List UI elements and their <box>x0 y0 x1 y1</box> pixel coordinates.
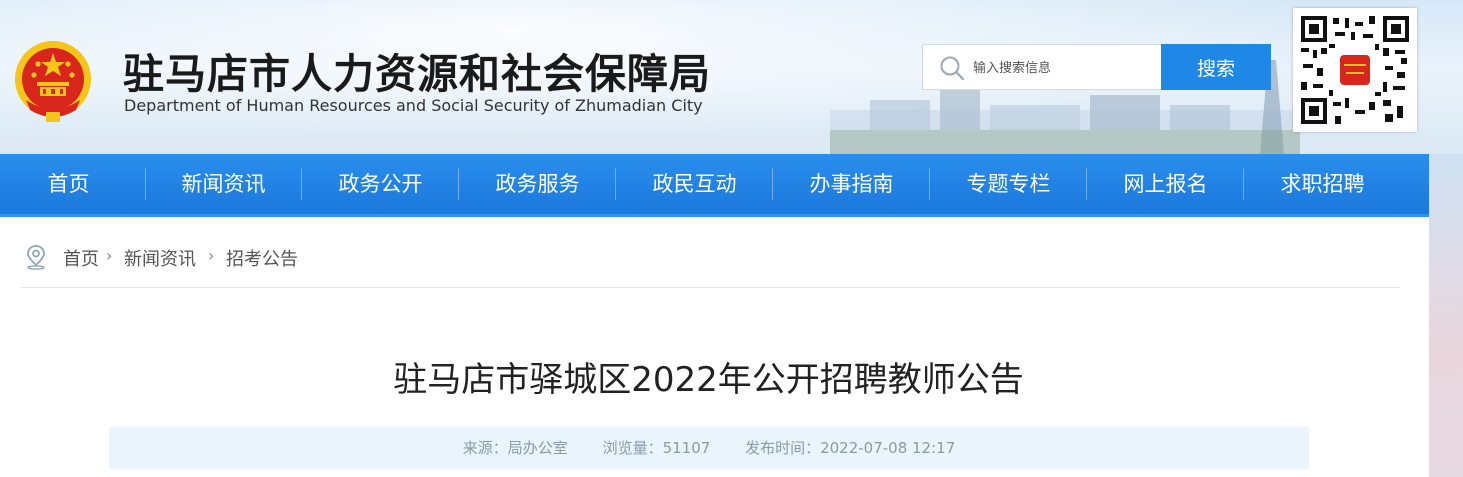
nav-item-online-registration[interactable]: 网上报名 <box>1087 154 1244 214</box>
search-box <box>922 44 1162 90</box>
site-title: 驻马店市人力资源和社会保障局 <box>123 50 711 98</box>
nav-item-guide[interactable]: 办事指南 <box>773 154 930 214</box>
content-panel: 首页 › 新闻资讯 › 招考公告 驻马店市驿城区2022年公开招聘教师公告 来源… <box>0 217 1429 477</box>
nav-item-news[interactable]: 新闻资讯 <box>145 154 302 214</box>
breadcrumb-separator: › <box>106 246 113 265</box>
location-pin-icon <box>27 245 45 270</box>
breadcrumb-home[interactable]: 首页 <box>63 245 99 271</box>
breadcrumb-divider <box>20 287 1400 288</box>
breadcrumb-news[interactable]: 新闻资讯 <box>124 245 196 271</box>
nav-item-interaction[interactable]: 政民互动 <box>616 154 773 214</box>
article-meta-bar: 来源：局办公室 浏览量：51107 发布时间：2022-07-08 12:17 <box>109 427 1309 469</box>
search-button[interactable]: 搜索 <box>1161 44 1271 90</box>
search-icon <box>940 56 965 81</box>
page-background-strip <box>1429 154 1463 477</box>
breadcrumb-recruitment-notices[interactable]: 招考公告 <box>226 245 298 271</box>
nav-item-special-topics[interactable]: 专题专栏 <box>930 154 1087 214</box>
main-navigation: 首页 新闻资讯 政务公开 政务服务 政民互动 办事指南 专题专栏 网上报名 求职… <box>0 154 1429 217</box>
article-title: 驻马店市驿城区2022年公开招聘教师公告 <box>393 360 1024 400</box>
national-emblem-icon <box>15 41 91 122</box>
article-publish-time: 发布时间：2022-07-08 12:17 <box>745 439 956 457</box>
breadcrumb-separator: › <box>208 246 215 265</box>
article-view-count: 浏览量：51107 <box>602 439 711 457</box>
nav-item-services[interactable]: 政务服务 <box>459 154 616 214</box>
search-input[interactable] <box>971 53 1155 83</box>
nav-item-home[interactable]: 首页 <box>0 154 147 214</box>
site-subtitle: Department of Human Resources and Social… <box>124 96 703 115</box>
nav-item-jobs[interactable]: 求职招聘 <box>1244 154 1401 214</box>
site-header: 驻马店市人力资源和社会保障局 Department of Human Resou… <box>0 0 1463 154</box>
qr-code <box>1293 8 1417 132</box>
article-source: 来源：局办公室 <box>462 439 568 457</box>
nav-item-government-affairs[interactable]: 政务公开 <box>302 154 459 214</box>
qr-code-icon <box>1299 14 1411 126</box>
